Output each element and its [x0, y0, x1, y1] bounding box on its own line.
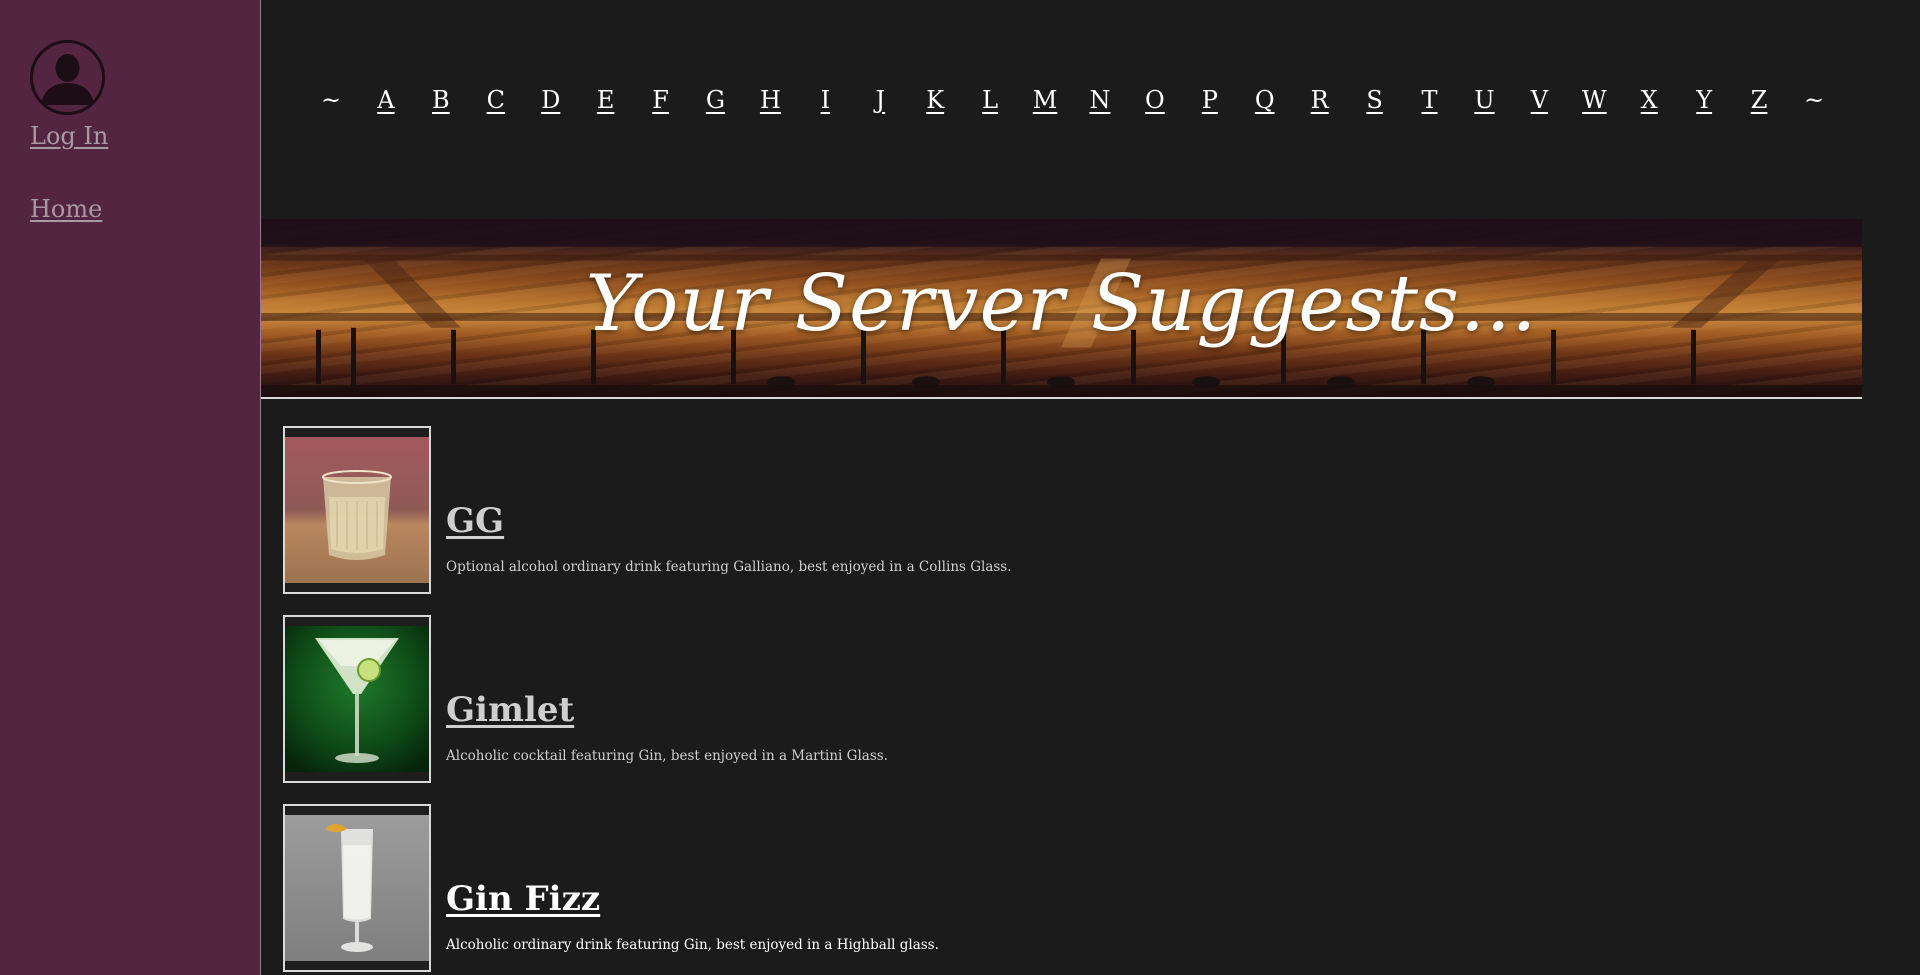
gimlet-drink-image — [285, 626, 429, 772]
alphabet-nav-letter-r[interactable]: R — [1311, 86, 1329, 114]
drink-name-link[interactable]: GG — [446, 501, 504, 541]
alphabet-nav-letter-n[interactable]: N — [1089, 86, 1110, 114]
login-link[interactable]: Log In — [30, 122, 108, 150]
drink-description: Alcoholic cocktail featuring Gin, best e… — [446, 748, 888, 764]
alphabet-nav-tilde: ~ — [1803, 86, 1825, 114]
alphabet-nav-letter-p[interactable]: P — [1202, 86, 1218, 114]
alphabet-nav-letter-t[interactable]: T — [1422, 86, 1438, 114]
alphabet-nav-letter-j[interactable]: J — [875, 86, 885, 114]
drink-item: GG Optional alcohol ordinary drink featu… — [283, 426, 1483, 594]
alphabet-nav-letter-w[interactable]: W — [1582, 86, 1607, 114]
drink-name-link[interactable]: Gin Fizz — [446, 879, 600, 919]
alphabet-nav-tilde: ~ — [320, 86, 342, 114]
main-content: ~ A B C D E F G H I J K L M N O P Q R S T U V W X Y Z ~ — [261, 0, 1920, 975]
alphabet-nav-letter-o[interactable]: O — [1145, 86, 1165, 114]
gg-drink-image — [285, 437, 429, 583]
drink-description: Alcoholic ordinary drink featuring Gin, … — [446, 937, 939, 953]
alphabet-nav-letter-y[interactable]: Y — [1696, 86, 1712, 114]
user-avatar-icon[interactable] — [30, 40, 105, 115]
home-link[interactable]: Home — [30, 195, 102, 223]
drink-name-link[interactable]: Gimlet — [446, 690, 574, 730]
drink-item: Gimlet Alcoholic cocktail featuring Gin,… — [283, 615, 1483, 783]
alphabet-nav-letter-k[interactable]: K — [926, 86, 944, 114]
alphabet-nav-letter-z[interactable]: Z — [1751, 86, 1768, 114]
drink-thumbnail[interactable] — [283, 426, 431, 594]
alphabet-nav-letter-v[interactable]: V — [1531, 86, 1548, 114]
alphabet-nav-letter-h[interactable]: H — [760, 86, 781, 114]
alphabet-nav-letter-l[interactable]: L — [982, 86, 998, 114]
alphabet-nav-letter-d[interactable]: D — [541, 86, 560, 114]
drink-thumbnail[interactable] — [283, 804, 431, 972]
alphabet-nav-letter-b[interactable]: B — [432, 86, 450, 114]
alphabet-nav-letter-s[interactable]: S — [1366, 86, 1382, 114]
alphabet-nav-letter-g[interactable]: G — [706, 86, 725, 114]
alphabet-nav-letter-i[interactable]: I — [821, 86, 830, 114]
sidebar: Log In Home — [0, 0, 261, 975]
gin-fizz-drink-image — [285, 815, 429, 961]
alphabet-nav-letter-e[interactable]: E — [597, 86, 615, 114]
banner-title: Your Server Suggests... — [585, 259, 1538, 349]
suggestion-banner: Your Server Suggests... — [261, 219, 1862, 399]
alphabet-nav-letter-c[interactable]: C — [487, 86, 505, 114]
alphabet-nav-letter-u[interactable]: U — [1474, 86, 1494, 114]
alphabet-nav-letter-x[interactable]: X — [1641, 86, 1658, 114]
alphabet-nav-letter-q[interactable]: Q — [1255, 86, 1275, 114]
alphabet-nav-letter-f[interactable]: F — [652, 86, 669, 114]
alphabet-nav-letter-a[interactable]: A — [377, 86, 394, 114]
drink-description: Optional alcohol ordinary drink featurin… — [446, 559, 1012, 575]
alphabet-nav-letter-m[interactable]: M — [1033, 86, 1058, 114]
drink-thumbnail[interactable] — [283, 615, 431, 783]
drink-item: Gin Fizz Alcoholic ordinary drink featur… — [283, 804, 1483, 972]
alphabet-nav: ~ A B C D E F G H I J K L M N O P Q R S T U V W X Y Z ~ — [261, 86, 1861, 120]
